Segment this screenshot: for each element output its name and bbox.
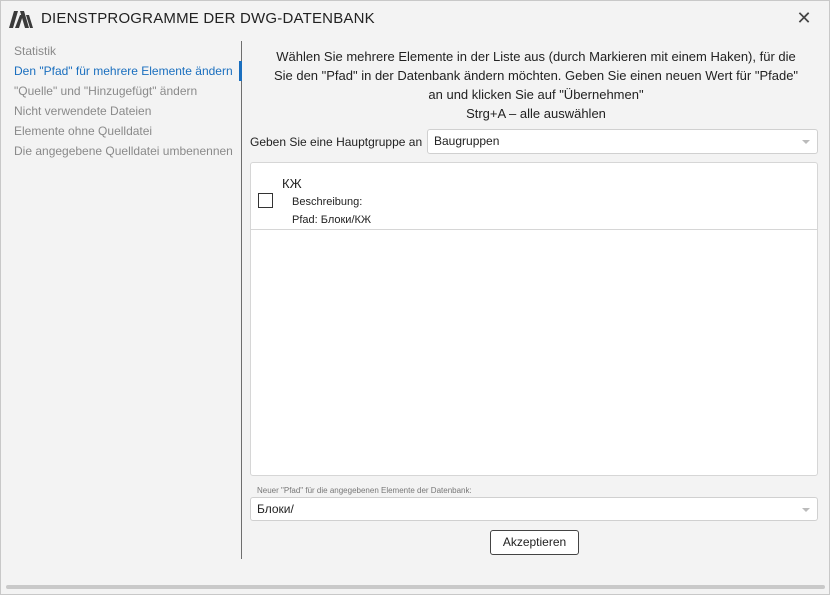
window-title: DIENSTPROGRAMME DER DWG-DATENBANK xyxy=(41,10,375,27)
active-item-marker xyxy=(239,61,242,81)
main-group-value: Baugruppen xyxy=(434,134,500,148)
sidebar-item-change-path[interactable]: Den "Pfad" für mehrere Elemente ändern xyxy=(1,61,241,81)
title-bar: DIENSTPROGRAMME DER DWG-DATENBANK ✕ xyxy=(1,1,829,37)
sidebar-divider xyxy=(241,41,242,559)
instructions-line: Strg+A – alle auswählen xyxy=(466,106,606,121)
close-icon[interactable]: ✕ xyxy=(795,9,813,27)
sidebar-item-no-source[interactable]: Elemente ohne Quelldatei xyxy=(1,121,241,141)
main-group-select[interactable]: Baugruppen xyxy=(427,129,818,154)
item-separator xyxy=(251,229,817,230)
list-item[interactable]: КЖ Beschreibung: Pfad: Блоки/КЖ xyxy=(251,163,817,230)
dwg-utilities-window: DIENSTPROGRAMME DER DWG-DATENBANK ✕ Stat… xyxy=(0,0,830,595)
main-group-label: Geben Sie eine Hauptgruppe an xyxy=(250,135,423,149)
sidebar-item-rename-source[interactable]: Die angegebene Quelldatei umbenennen xyxy=(1,141,241,161)
accept-button[interactable]: Akzeptieren xyxy=(490,530,579,555)
instructions-line: Wählen Sie mehrere Elemente in der Liste… xyxy=(276,49,796,64)
main-panel: Wählen Sie mehrere Elemente in der Liste… xyxy=(250,41,818,561)
horizontal-scrollbar[interactable] xyxy=(6,585,825,589)
sidebar-item-unused-files[interactable]: Nicht verwendete Dateien xyxy=(1,101,241,121)
main-group-row: Geben Sie eine Hauptgruppe an Baugruppen xyxy=(250,129,818,154)
item-description: Beschreibung: xyxy=(292,196,363,208)
item-name: КЖ xyxy=(282,176,302,191)
instructions-line: an und klicken Sie auf "Übernehmen" xyxy=(428,87,644,102)
sidebar: Statistik Den "Pfad" für mehrere Element… xyxy=(1,41,241,559)
chevron-down-icon xyxy=(802,140,810,144)
item-path: Pfad: Блоки/КЖ xyxy=(292,214,372,226)
instructions-text: Wählen Sie mehrere Elemente in der Liste… xyxy=(250,41,818,123)
instructions-line: Sie den "Pfad" in der Datenbank ändern m… xyxy=(273,68,799,83)
sidebar-item-statistik[interactable]: Statistik xyxy=(1,41,241,61)
new-path-input[interactable]: Блоки/ xyxy=(250,497,818,521)
new-path-value: Блоки/ xyxy=(257,502,294,516)
new-path-label: Neuer "Pfad" für die angegebenen Element… xyxy=(257,486,472,495)
app-logo-icon xyxy=(9,11,33,28)
chevron-down-icon xyxy=(802,508,810,512)
element-list[interactable]: КЖ Beschreibung: Pfad: Блоки/КЖ xyxy=(250,162,818,476)
item-checkbox[interactable] xyxy=(258,193,273,208)
sidebar-item-change-source[interactable]: "Quelle" und "Hinzugefügt" ändern xyxy=(1,81,241,101)
